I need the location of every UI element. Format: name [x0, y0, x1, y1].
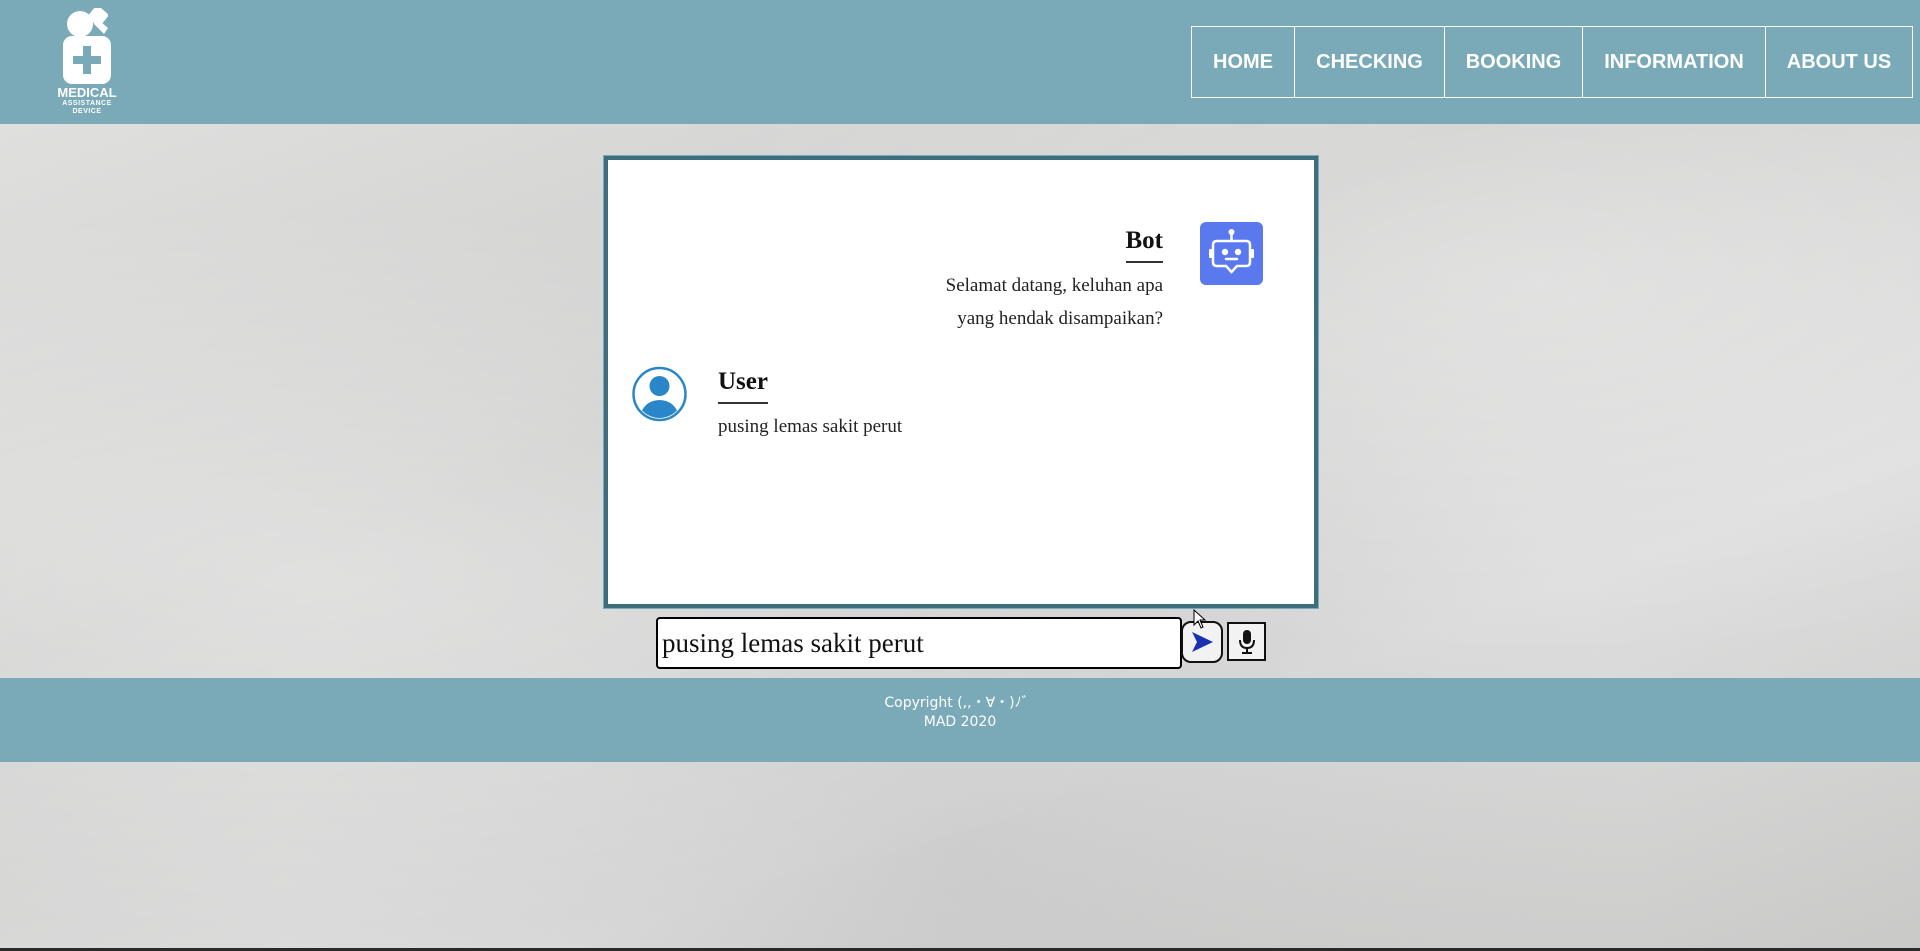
logo-text-device: DEVICE [72, 108, 102, 115]
send-button[interactable] [1181, 621, 1223, 663]
nav-about-us[interactable]: ABOUT US [1765, 26, 1913, 98]
send-arrow-icon [1192, 632, 1213, 652]
medical-person-icon [63, 5, 111, 84]
site-logo[interactable]: MEDICAL ASSISTANCE DEVICE [50, 5, 124, 116]
user-avatar [632, 365, 687, 423]
chat-window[interactable]: Bot Selamat datang, keluhan apa yang hen… [604, 156, 1318, 608]
logo-text-medical: MEDICAL [57, 85, 117, 100]
nav-checking[interactable]: CHECKING [1294, 26, 1445, 98]
chat-input[interactable] [656, 617, 1182, 669]
site-header: MEDICAL ASSISTANCE DEVICE HOME CHECKING … [0, 0, 1920, 124]
footer-year: MAD 2020 [923, 714, 997, 730]
bot-avatar [1200, 222, 1263, 285]
user-icon [632, 366, 687, 422]
robot-icon [1209, 229, 1254, 274]
site-footer: Copyright (,,・∀・)ﾉ゛ MAD 2020 [0, 678, 1920, 762]
bot-message-line-2: yang hendak disampaikan? [957, 308, 1163, 329]
nav-information[interactable]: INFORMATION [1582, 26, 1766, 98]
bot-message: Selamat datang, keluhan apa yang hendak … [903, 269, 1163, 335]
microphone-button[interactable] [1227, 622, 1266, 661]
logo-text-assistance: ASSISTANCE [62, 100, 112, 107]
bot-sender-name: Bot [1125, 227, 1163, 263]
footer-copyright: Copyright (,,・∀・)ﾉ゛ [884, 695, 1036, 711]
user-message: pusing lemas sakit perut [718, 416, 903, 437]
nav-booking[interactable]: BOOKING [1444, 26, 1583, 98]
microphone-icon [1238, 629, 1255, 654]
bot-message-line-1: Selamat datang, keluhan apa [945, 275, 1163, 296]
user-sender-name: User [718, 368, 768, 404]
main-nav: HOME CHECKING BOOKING INFORMATION ABOUT … [1191, 26, 1913, 98]
nav-home[interactable]: HOME [1191, 26, 1295, 98]
